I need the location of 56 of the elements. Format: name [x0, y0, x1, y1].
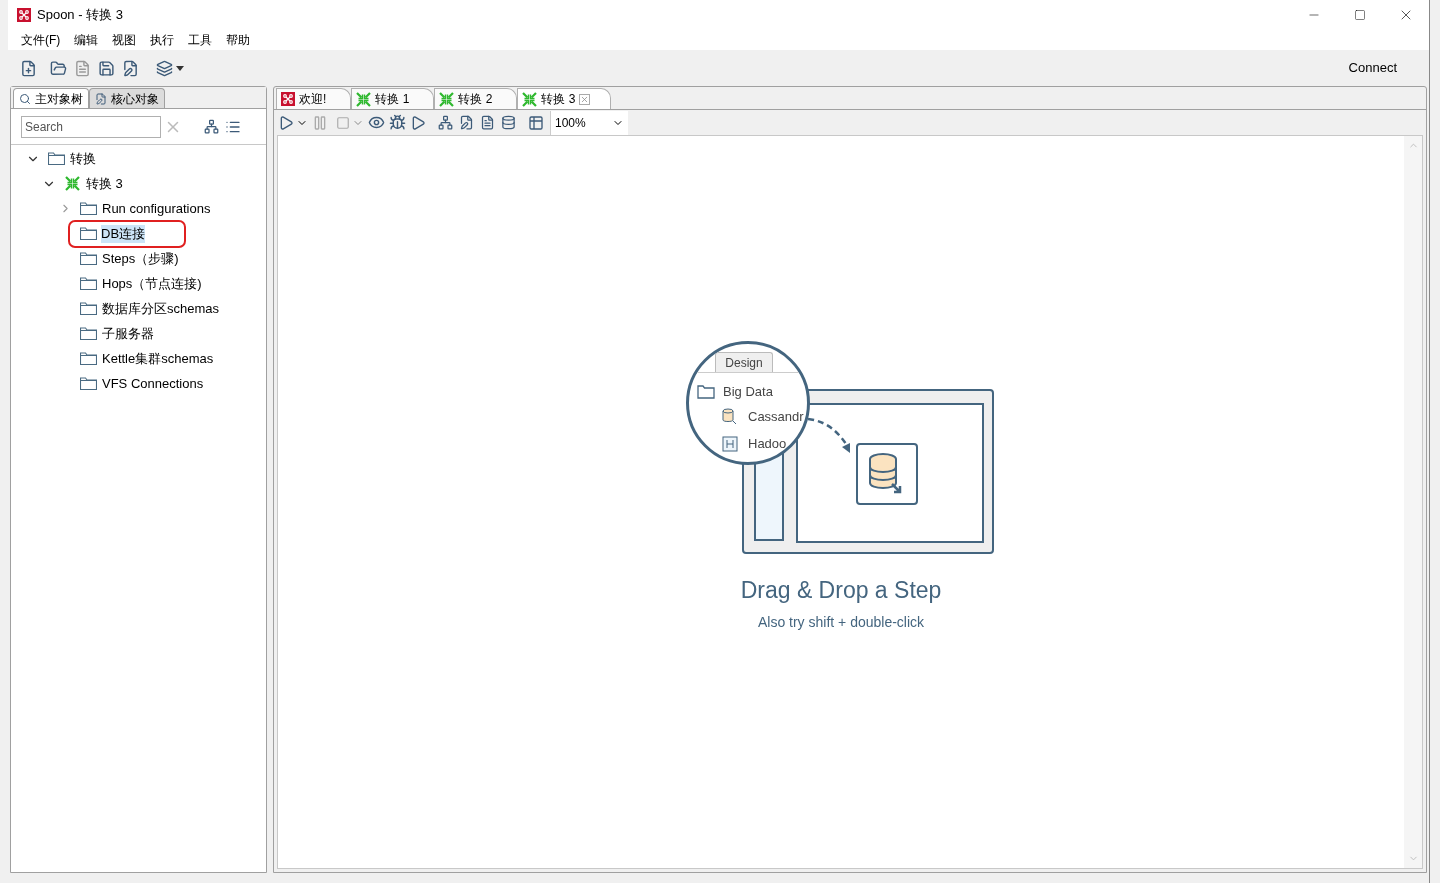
explore-database-icon[interactable]: [501, 115, 516, 130]
run-icon[interactable]: [278, 114, 294, 131]
save-as-icon[interactable]: [121, 59, 139, 77]
grid-icon[interactable]: [528, 114, 544, 131]
panel-tab[interactable]: 核心对象: [89, 88, 165, 108]
folder-icon: [79, 352, 97, 365]
dropdown-caret-icon[interactable]: [176, 65, 184, 71]
menu-item[interactable]: 文件(F): [15, 31, 67, 49]
menu-item[interactable]: 帮助: [220, 31, 257, 49]
search-field[interactable]: Search: [21, 115, 161, 138]
maximize-icon: [1354, 9, 1366, 21]
tree-item[interactable]: 数据库分区schemas: [101, 299, 221, 318]
layers-icon[interactable]: [155, 59, 173, 77]
new-file-icon[interactable]: [19, 59, 37, 77]
tree-item[interactable]: Steps（步骤): [101, 249, 180, 268]
document-tab[interactable]: 欢迎!: [276, 88, 352, 109]
tree-item[interactable]: Run configurations: [101, 199, 212, 218]
transformation-icon: [439, 91, 455, 107]
preview-icon[interactable]: [368, 114, 385, 131]
debug-icon[interactable]: [389, 114, 406, 131]
zoom-select[interactable]: 100%: [550, 110, 628, 135]
spoon-logo-icon: [281, 92, 295, 106]
canvas-hint: Also try shift + double-click: [757, 612, 925, 632]
tree-item[interactable]: 转换 3: [85, 174, 124, 193]
tree-item[interactable]: Hops（节点连接): [101, 274, 203, 293]
menu-item[interactable]: 工具: [182, 31, 219, 49]
document-tab[interactable]: 转换 3: [517, 88, 612, 109]
transformation-icon: [64, 176, 80, 191]
open-folder-icon[interactable]: [49, 59, 67, 77]
folder-icon: [47, 152, 65, 165]
panel-tab[interactable]: 主对象树: [13, 88, 89, 108]
folder-icon: [79, 302, 97, 315]
folder-icon: [79, 252, 97, 265]
menu-item[interactable]: 执行: [144, 31, 181, 49]
search-icon: [19, 92, 31, 105]
menu-item[interactable]: 视图: [106, 31, 143, 49]
folder-icon: [79, 227, 97, 240]
folder-icon: [79, 277, 97, 290]
tree-item[interactable]: 子服务器: [101, 324, 155, 343]
folder-icon: [79, 327, 97, 340]
document-tab[interactable]: 转换 1: [351, 88, 435, 109]
app-logo-icon: [17, 8, 31, 22]
connect-button[interactable]: Connect: [1348, 58, 1397, 78]
menu-item[interactable]: 编辑: [68, 31, 105, 49]
save-icon[interactable]: [97, 59, 115, 77]
tree-view-icon[interactable]: [204, 119, 219, 134]
transformation-icon: [522, 91, 538, 107]
folder-icon: [79, 377, 97, 390]
tree-item[interactable]: 转换: [69, 149, 97, 168]
tree-item[interactable]: Kettle集群schemas: [101, 349, 215, 368]
folder-icon: [79, 202, 97, 215]
document-tab[interactable]: 转换 2: [434, 88, 518, 109]
canvas-title: Drag & Drop a Step: [740, 576, 942, 606]
tree-item[interactable]: VFS Connections: [101, 374, 205, 393]
transformation-icon: [356, 91, 372, 107]
window-title: Spoon - 转换 3: [37, 6, 123, 25]
